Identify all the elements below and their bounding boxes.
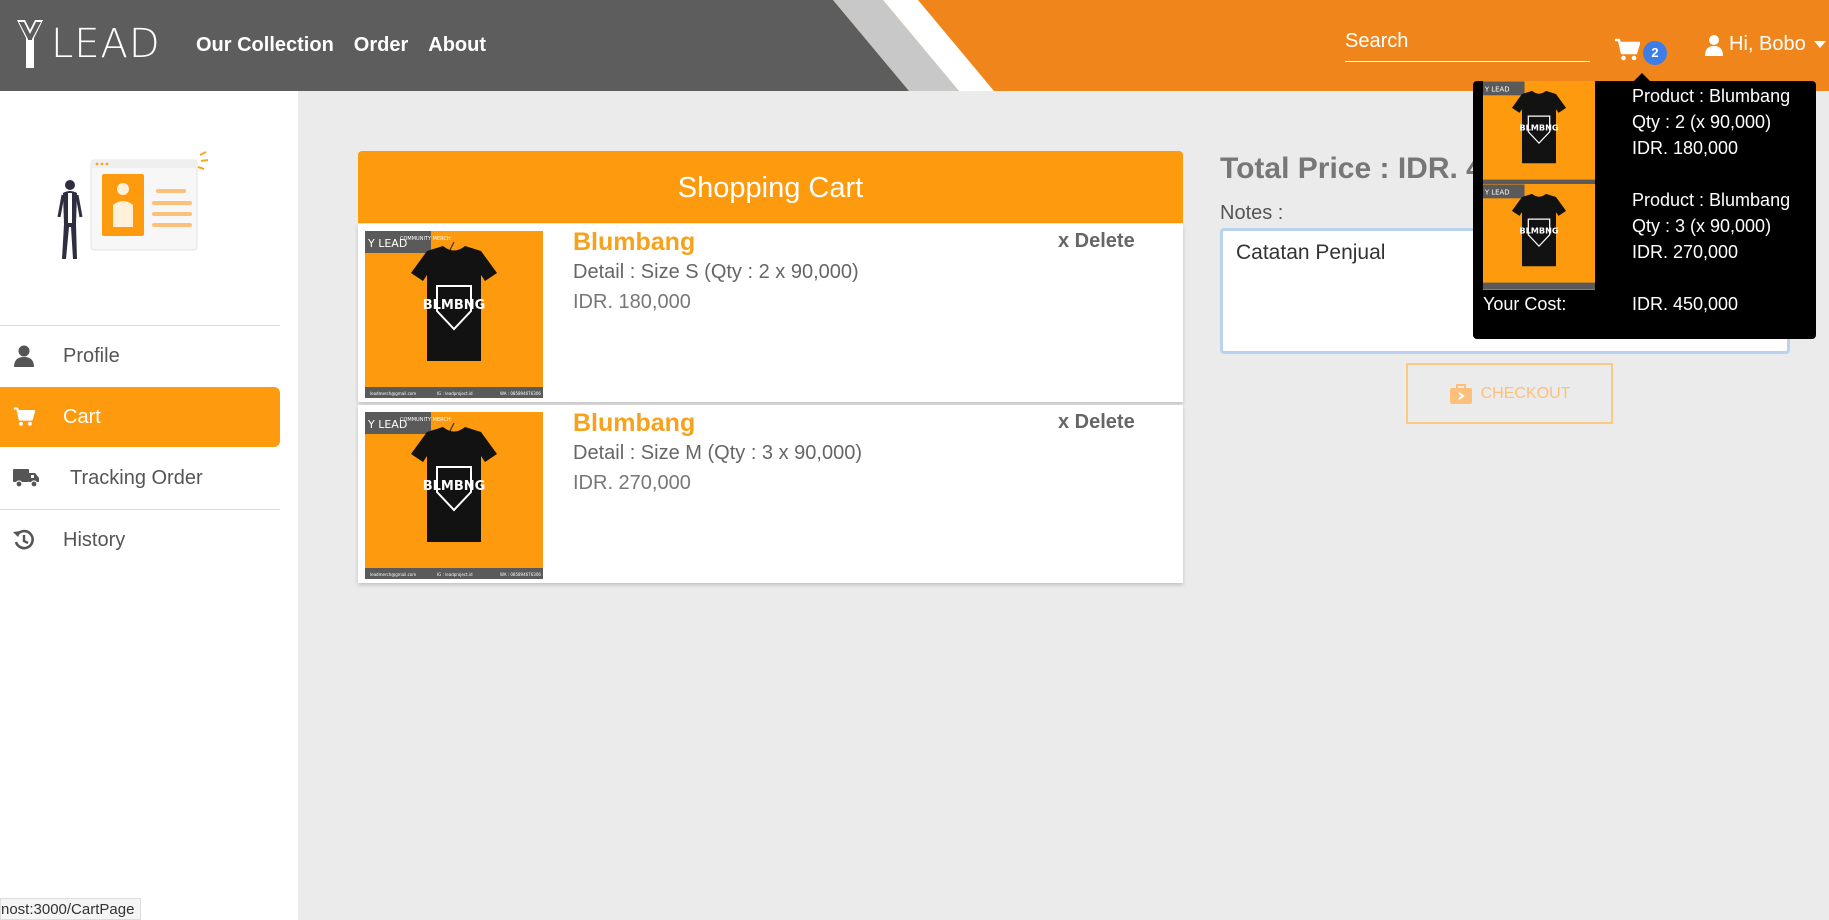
cart-item: Y LEAD COMMUNITY MERCH BLMBNG leadmerch@… bbox=[358, 405, 1183, 583]
cart-icon bbox=[1615, 38, 1640, 61]
shirt-print-text: BLMBNG bbox=[423, 298, 486, 313]
merch-badge-text: COMMUNITY MERCH bbox=[400, 417, 451, 423]
sidebar-item-history[interactable]: History bbox=[0, 510, 280, 570]
popover-product-qty: Qty : 2 (x 90,000) bbox=[1632, 112, 1772, 132]
user-icon bbox=[14, 345, 34, 367]
main-nav: Our Collection Order About bbox=[196, 34, 486, 57]
footer-email-text: leadmerch@gmail.com bbox=[370, 391, 416, 396]
sidebar-item-cart[interactable]: Cart bbox=[0, 387, 280, 447]
truck-icon bbox=[13, 469, 39, 488]
nav-link-about[interactable]: About bbox=[428, 34, 486, 57]
search-input[interactable] bbox=[1345, 22, 1590, 62]
popover-cost-label: Your Cost: bbox=[1483, 294, 1567, 314]
footer-ig-text: IG : leadproject.id bbox=[437, 391, 473, 396]
chevron-down-icon bbox=[1813, 41, 1826, 48]
notes-label: Notes : bbox=[1220, 202, 1284, 224]
popover-product-name: Product : Blumbang bbox=[1632, 190, 1791, 210]
user-icon bbox=[1705, 34, 1723, 56]
product-name: Blumbang bbox=[573, 228, 696, 256]
product-detail: Detail : Size M (Qty : 3 x 90,000) bbox=[573, 442, 862, 464]
popover-item: Product : Blumbang Qty : 3 (x 90,000) ID… bbox=[1632, 187, 1790, 265]
tshirt-image: Y LEAD BLMBNG bbox=[1483, 81, 1595, 187]
logo-mark-icon: Y LEAD bbox=[1484, 189, 1510, 197]
popover-product-image: Y LEAD BLMBNG bbox=[1483, 184, 1595, 290]
tshirt-image: Y LEAD COMMUNITY MERCH BLMBNG leadmerch@… bbox=[365, 231, 543, 398]
sidebar-item-label: Cart bbox=[63, 405, 101, 428]
sidebar-item-label: Profile bbox=[63, 344, 120, 367]
product-name: Blumbang bbox=[573, 409, 696, 437]
shirt-print-text: BLMBNG bbox=[1519, 226, 1559, 236]
tshirt-image: Y LEAD COMMUNITY MERCH BLMBNG leadmerch@… bbox=[365, 412, 543, 579]
shirt-print-text: BLMBNG bbox=[1519, 123, 1559, 133]
user-menu-toggle[interactable]: Hi, Bobo bbox=[1705, 33, 1826, 56]
checkout-label: CHECKOUT bbox=[1480, 384, 1571, 402]
brand-logo[interactable]: LEAD bbox=[15, 18, 161, 70]
cart-count-badge: 2 bbox=[1643, 41, 1667, 65]
tshirt-image: Y LEAD BLMBNG bbox=[1483, 184, 1595, 290]
merch-badge-text: COMMUNITY MERCH bbox=[400, 236, 451, 242]
logo-mark-icon: Y LEAD bbox=[1484, 86, 1510, 94]
popover-cost-value: IDR. 450,000 bbox=[1632, 294, 1739, 314]
sidebar-item-label: Tracking Order bbox=[70, 466, 203, 489]
sidebar-item-label: History bbox=[63, 528, 126, 551]
status-bar-url: nost:3000/CartPage bbox=[0, 898, 142, 920]
cart-icon bbox=[13, 407, 35, 426]
cart-title: Shopping Cart bbox=[358, 151, 1183, 223]
top-navbar: LEAD Our Collection Order About 2 Hi, Bo… bbox=[0, 0, 1829, 91]
delete-item-button[interactable]: x Delete bbox=[1058, 230, 1135, 253]
nav-link-order[interactable]: Order bbox=[354, 34, 408, 57]
popover-product-image: Y LEAD BLMBNG bbox=[1483, 81, 1595, 187]
shirt-print-text: BLMBNG bbox=[423, 479, 486, 494]
product-price: IDR. 270,000 bbox=[573, 472, 691, 494]
logo-text: LEAD bbox=[51, 21, 161, 67]
briefcase-icon bbox=[1449, 383, 1472, 404]
delete-item-button[interactable]: x Delete bbox=[1058, 411, 1135, 434]
cart-button[interactable]: 2 bbox=[1614, 36, 1672, 68]
popover-product-price: IDR. 180,000 bbox=[1632, 138, 1739, 158]
history-icon bbox=[13, 529, 34, 550]
popover-product-price: IDR. 270,000 bbox=[1632, 242, 1739, 262]
nav-link-our-collection[interactable]: Our Collection bbox=[196, 34, 334, 57]
sidebar: Profile Cart Tracking Order History nost… bbox=[0, 91, 298, 920]
sidebar-item-tracking-order[interactable]: Tracking Order bbox=[0, 448, 280, 508]
footer-wa-text: WA : 085894676306 bbox=[500, 391, 541, 396]
checkout-button[interactable]: CHECKOUT bbox=[1406, 363, 1613, 424]
product-detail: Detail : Size S (Qty : 2 x 90,000) bbox=[573, 261, 859, 283]
sidebar-item-profile[interactable]: Profile bbox=[0, 326, 280, 386]
popover-product-qty: Qty : 3 (x 90,000) bbox=[1632, 216, 1772, 236]
footer-ig-text: IG : leadproject.id bbox=[437, 572, 473, 577]
cart-item: Y LEAD COMMUNITY MERCH BLMBNG leadmerch@… bbox=[358, 224, 1183, 402]
user-greeting: Hi, Bobo bbox=[1729, 33, 1806, 55]
product-image: Y LEAD COMMUNITY MERCH BLMBNG leadmerch@… bbox=[365, 231, 543, 398]
popover-item: Product : Blumbang Qty : 2 (x 90,000) ID… bbox=[1632, 83, 1790, 161]
product-price: IDR. 180,000 bbox=[573, 291, 691, 313]
footer-email-text: leadmerch@gmail.com bbox=[370, 572, 416, 577]
footer-wa-text: WA : 085894676306 bbox=[500, 572, 541, 577]
popover-product-name: Product : Blumbang bbox=[1632, 86, 1791, 106]
profile-illustration bbox=[57, 151, 209, 259]
cart-preview-popover: Y LEAD BLMBNG Product : Blumbang Qty : 2… bbox=[1473, 81, 1816, 339]
logo-mark-icon bbox=[17, 20, 43, 68]
product-image: Y LEAD COMMUNITY MERCH BLMBNG leadmerch@… bbox=[365, 412, 543, 579]
